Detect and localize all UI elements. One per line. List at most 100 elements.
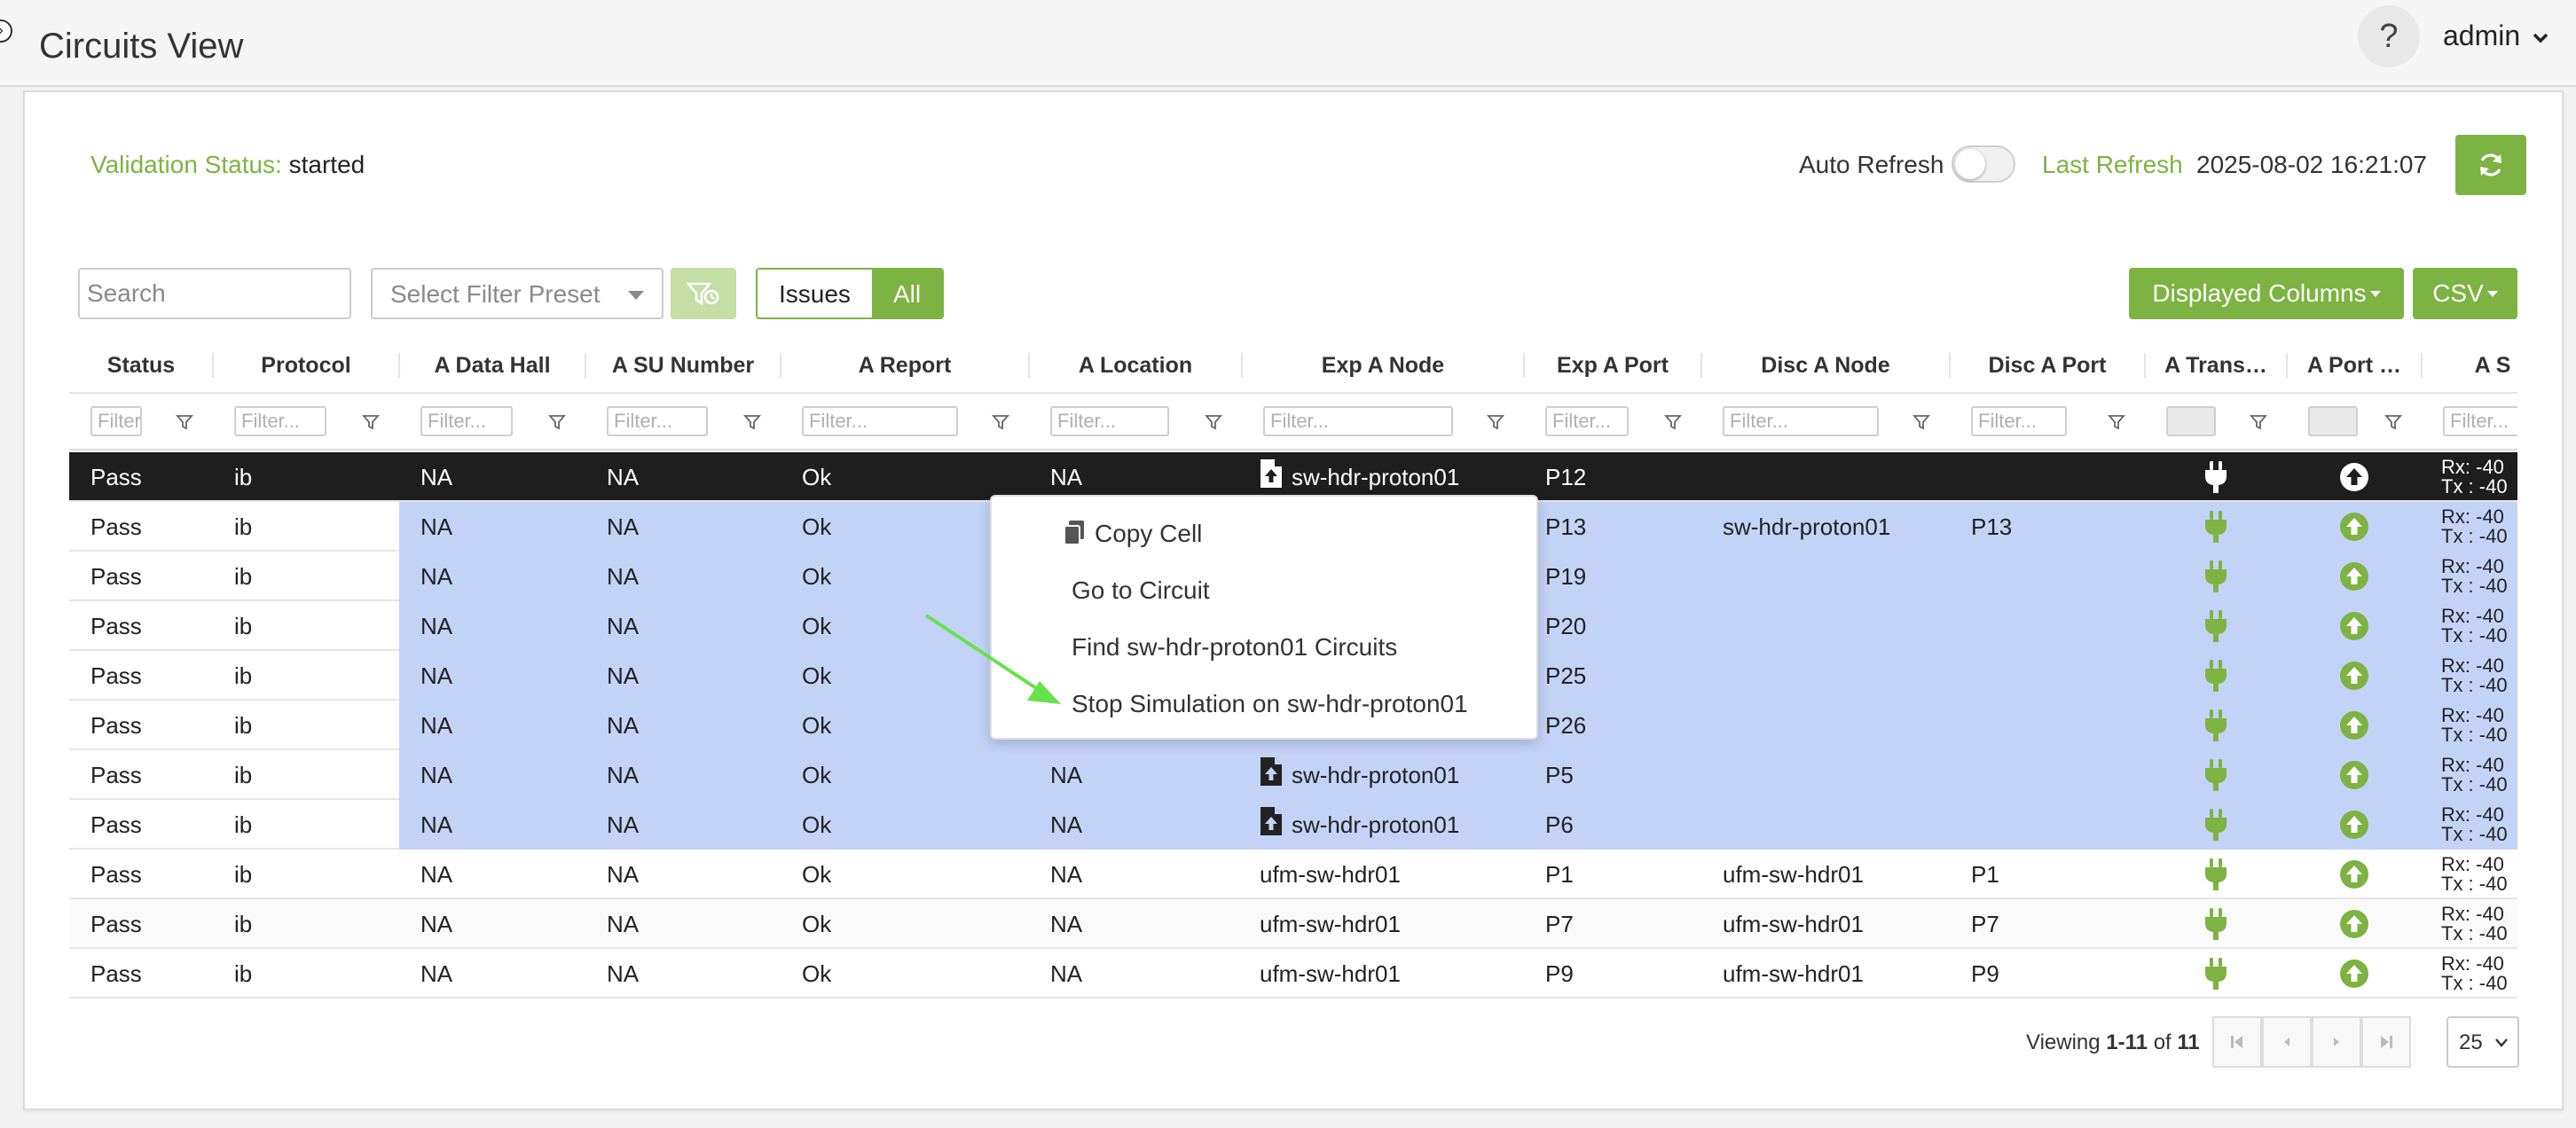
clear-filter-button[interactable] <box>671 268 736 319</box>
column-divider[interactable] <box>1700 353 1702 378</box>
filter-icon[interactable] <box>548 413 566 431</box>
cell-report[interactable]: Ok <box>802 899 1029 949</box>
cell-exp-port[interactable]: P13 <box>1545 502 1701 552</box>
cell-disc-node[interactable]: ufm-sw-hdr01 <box>1723 949 1950 999</box>
column-header[interactable]: Protocol <box>213 337 399 394</box>
cell-su[interactable]: NA <box>607 949 781 999</box>
cell-disc-port[interactable] <box>1971 750 2145 800</box>
cell-location[interactable]: NA <box>1050 949 1242 999</box>
cell-data-hall[interactable]: NA <box>420 502 585 552</box>
column-divider[interactable] <box>1523 353 1525 378</box>
cell-port-icon[interactable] <box>2287 899 2422 949</box>
cell-su[interactable]: NA <box>607 750 781 800</box>
column-divider[interactable] <box>2421 353 2423 378</box>
cell-trans-icon[interactable] <box>2145 552 2287 601</box>
cell-port-icon[interactable] <box>2287 850 2422 899</box>
cell-port-icon[interactable] <box>2287 651 2422 701</box>
cell-data-hall[interactable]: NA <box>420 552 585 601</box>
cell-report[interactable]: Ok <box>802 750 1029 800</box>
column-header[interactable]: A Port … <box>2287 337 2422 394</box>
cell-disc-node[interactable] <box>1723 552 1950 601</box>
column-header[interactable]: Disc A Port <box>1950 337 2145 394</box>
filter-icon[interactable] <box>1912 413 1930 431</box>
cell-trans-icon[interactable] <box>2145 949 2287 999</box>
cell-disc-port[interactable] <box>1971 800 2145 850</box>
column-filter-input[interactable]: Filter... <box>90 406 142 436</box>
cell-data-hall[interactable]: NA <box>420 850 585 899</box>
column-divider[interactable] <box>1241 353 1243 378</box>
displayed-columns-button[interactable]: Displayed Columns <box>2129 268 2404 319</box>
column-filter-input[interactable]: Filter... <box>420 406 513 436</box>
cell-exp-port[interactable]: P9 <box>1545 949 1701 999</box>
column-filter-input[interactable]: Filter... <box>1263 406 1453 436</box>
column-filter-input[interactable]: Filter... <box>1971 406 2067 436</box>
cell-port-icon[interactable] <box>2287 502 2422 552</box>
filter-icon[interactable] <box>1664 413 1682 431</box>
cell-protocol[interactable]: ib <box>234 701 399 750</box>
cell-protocol[interactable]: ib <box>234 601 399 651</box>
all-button[interactable]: All <box>871 270 943 317</box>
cell-status[interactable]: Pass <box>90 651 213 701</box>
refresh-button[interactable] <box>2455 135 2526 195</box>
search-input[interactable] <box>78 268 351 319</box>
cell-power-levels[interactable]: Rx: -40 Tx : -40 <box>2441 954 2508 993</box>
column-header[interactable]: A S <box>2422 337 2517 394</box>
column-header[interactable]: A SU Number <box>585 337 781 394</box>
cell-power-levels[interactable]: Rx: -40 Tx : -40 <box>2441 805 2508 844</box>
cell-su[interactable]: NA <box>607 601 781 651</box>
column-header[interactable]: Disc A Node <box>1701 337 1950 394</box>
column-divider[interactable] <box>585 353 586 378</box>
cell-disc-node[interactable] <box>1723 601 1950 651</box>
cell-exp-port[interactable]: P20 <box>1545 601 1701 651</box>
cell-data-hall[interactable]: NA <box>420 651 585 701</box>
filter-icon[interactable] <box>2108 413 2125 431</box>
cell-trans-icon[interactable] <box>2145 651 2287 701</box>
cell-protocol[interactable]: ib <box>234 949 399 999</box>
cell-exp-port[interactable]: P7 <box>1545 899 1701 949</box>
cell-su[interactable]: NA <box>607 552 781 601</box>
cell-exp-node[interactable]: ufm-sw-hdr01 <box>1260 899 1524 949</box>
menu-item-go-to-circuit[interactable]: Go to Circuit <box>1072 576 1210 605</box>
cell-exp-node[interactable]: sw-hdr-proton01 <box>1260 750 1524 800</box>
cell-exp-port[interactable]: P6 <box>1545 800 1701 850</box>
cell-port-icon[interactable] <box>2287 800 2422 850</box>
column-header[interactable]: Status <box>69 337 213 394</box>
cell-protocol[interactable]: ib <box>234 800 399 850</box>
cell-disc-node[interactable] <box>1723 750 1950 800</box>
cell-status[interactable]: Pass <box>90 899 213 949</box>
cell-disc-port[interactable] <box>1971 601 2145 651</box>
cell-su[interactable]: NA <box>607 651 781 701</box>
cell-disc-node[interactable] <box>1723 651 1950 701</box>
column-header[interactable]: Exp A Node <box>1242 337 1524 394</box>
column-divider[interactable] <box>212 353 214 378</box>
filter-icon[interactable] <box>2250 413 2267 431</box>
column-divider[interactable] <box>2286 353 2288 378</box>
filter-preset-select[interactable]: Select Filter Preset <box>371 268 664 319</box>
cell-exp-port[interactable]: P1 <box>1545 850 1701 899</box>
cell-port-icon[interactable] <box>2287 949 2422 999</box>
column-filter-input[interactable]: Filter... <box>1545 406 1629 436</box>
cell-exp-node[interactable]: ufm-sw-hdr01 <box>1260 850 1524 899</box>
cell-power-levels[interactable]: Rx: -40 Tx : -40 <box>2441 458 2508 497</box>
cell-status[interactable]: Pass <box>90 949 213 999</box>
cell-su[interactable]: NA <box>607 800 781 850</box>
cell-location[interactable]: NA <box>1050 750 1242 800</box>
cell-disc-node[interactable] <box>1723 701 1950 750</box>
cell-disc-port[interactable] <box>1971 701 2145 750</box>
filter-icon[interactable] <box>992 413 1009 431</box>
filter-icon[interactable] <box>2384 413 2402 431</box>
cell-power-levels[interactable]: Rx: -40 Tx : -40 <box>2441 607 2508 646</box>
cell-protocol[interactable]: ib <box>234 750 399 800</box>
cell-su[interactable]: NA <box>607 701 781 750</box>
cell-trans-icon[interactable] <box>2145 452 2287 502</box>
cell-exp-node[interactable]: sw-hdr-proton01 <box>1260 800 1524 850</box>
cell-status[interactable]: Pass <box>90 552 213 601</box>
cell-disc-port[interactable]: P13 <box>1971 502 2145 552</box>
menu-item-stop-simulation[interactable]: Stop Simulation on sw-hdr-proton01 <box>1072 690 1468 718</box>
cell-location[interactable]: NA <box>1050 899 1242 949</box>
cell-protocol[interactable]: ib <box>234 552 399 601</box>
issues-button[interactable]: Issues <box>758 270 872 317</box>
cell-port-icon[interactable] <box>2287 552 2422 601</box>
cell-exp-port[interactable]: P12 <box>1545 452 1701 502</box>
cell-disc-port[interactable]: P7 <box>1971 899 2145 949</box>
